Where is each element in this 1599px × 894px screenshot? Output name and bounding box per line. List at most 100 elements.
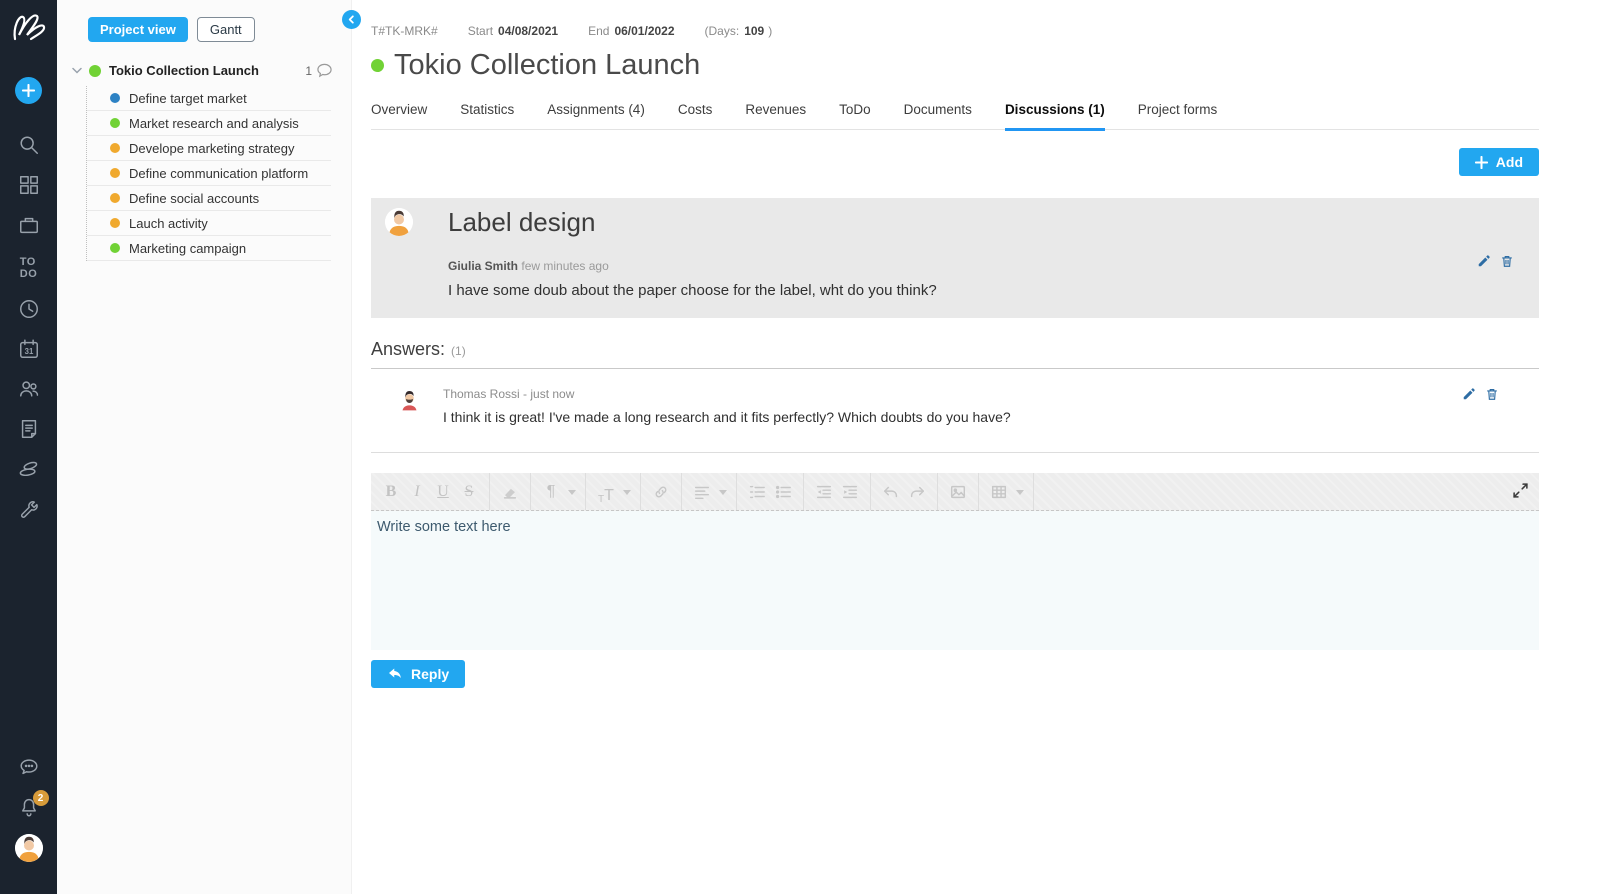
days-label: (Days: xyxy=(705,24,740,38)
chevron-down-icon[interactable] xyxy=(568,490,576,499)
tab-revenues[interactable]: Revenues xyxy=(745,102,806,131)
reply-row: Reply xyxy=(371,660,1539,688)
tree-root-label[interactable]: Tokio Collection Launch xyxy=(109,63,259,78)
tree-item-label[interactable]: Define social accounts xyxy=(129,191,259,206)
italic-button[interactable]: I xyxy=(404,479,430,505)
table-icon xyxy=(990,483,1008,501)
clear-format-button[interactable] xyxy=(497,479,523,505)
timesheet-button[interactable] xyxy=(18,298,40,320)
tree-item-label[interactable]: Define target market xyxy=(129,91,247,106)
forms-button[interactable] xyxy=(18,418,40,440)
search-button[interactable] xyxy=(18,134,40,156)
insert-table-button[interactable] xyxy=(986,479,1012,505)
tab-costs[interactable]: Costs xyxy=(678,102,713,131)
edit-answer-button[interactable] xyxy=(1462,387,1476,401)
coins-icon xyxy=(18,458,40,480)
ordered-list-icon xyxy=(748,483,766,501)
redo-button[interactable] xyxy=(904,479,930,505)
tree-item[interactable]: Market research and analysis xyxy=(87,111,331,136)
tab-assignments[interactable]: Assignments (4) xyxy=(547,102,645,131)
insert-image-button[interactable] xyxy=(945,479,971,505)
underline-button[interactable]: U xyxy=(430,479,456,505)
eraser-icon xyxy=(501,483,519,501)
strikethrough-button[interactable]: S xyxy=(456,479,482,505)
create-button[interactable] xyxy=(15,77,42,104)
projects-button[interactable] xyxy=(18,214,40,236)
end-date: 06/01/2022 xyxy=(614,24,674,38)
chevron-down-icon[interactable] xyxy=(623,490,631,499)
tab-overview[interactable]: Overview xyxy=(371,102,427,131)
link-group xyxy=(641,473,682,510)
answers-label: Answers: xyxy=(371,339,445,360)
chat-button[interactable] xyxy=(18,756,40,778)
tree-item-label[interactable]: Lauch activity xyxy=(129,216,208,231)
project-meta: T#TK-MRK# Start04/08/2021 End06/01/2022 … xyxy=(371,24,1539,38)
font-size-button[interactable]: TT xyxy=(593,479,619,505)
tree-item[interactable]: Marketing campaign xyxy=(87,236,331,261)
expand-editor-button[interactable] xyxy=(1512,482,1529,499)
notifications-button[interactable]: 2 xyxy=(18,796,40,818)
tab-project-forms[interactable]: Project forms xyxy=(1138,102,1218,131)
todo-button[interactable]: TO DO xyxy=(20,256,38,280)
title-row: Tokio Collection Launch xyxy=(371,49,1539,82)
indent-button[interactable] xyxy=(837,479,863,505)
outdent-button[interactable] xyxy=(811,479,837,505)
chevron-down-icon[interactable] xyxy=(719,490,727,499)
reply-text-input[interactable]: Write some text here xyxy=(371,511,1539,650)
reply-button[interactable]: Reply xyxy=(371,660,465,688)
tab-todo[interactable]: ToDo xyxy=(839,102,871,131)
tree-root-item[interactable]: Tokio Collection Launch 1 xyxy=(57,63,351,78)
tab-bar: Overview Statistics Assignments (4) Cost… xyxy=(371,102,1539,130)
tree-item[interactable]: Define social accounts xyxy=(87,186,331,211)
resources-button[interactable] xyxy=(18,378,40,400)
tab-statistics[interactable]: Statistics xyxy=(460,102,514,131)
delete-topic-button[interactable] xyxy=(1500,254,1514,268)
tree-item-label[interactable]: Market research and analysis xyxy=(129,116,299,131)
divider xyxy=(371,452,1539,453)
project-view-button[interactable]: Project view xyxy=(88,17,188,42)
tree-item[interactable]: Define communication platform xyxy=(87,161,331,186)
table-group xyxy=(979,473,1034,510)
edit-topic-button[interactable] xyxy=(1477,254,1491,268)
tab-documents[interactable]: Documents xyxy=(904,102,972,131)
plus-icon xyxy=(22,84,35,97)
admin-button[interactable] xyxy=(18,498,40,520)
add-button-label: Add xyxy=(1496,154,1523,170)
delete-answer-button[interactable] xyxy=(1485,387,1499,401)
add-discussion-button[interactable]: Add xyxy=(1459,148,1539,176)
history-group xyxy=(871,473,938,510)
bold-button[interactable]: B xyxy=(378,479,404,505)
ordered-list-button[interactable] xyxy=(744,479,770,505)
status-dot xyxy=(110,93,120,103)
dashboard-button[interactable] xyxy=(18,174,40,196)
costs-button[interactable] xyxy=(18,458,40,480)
chevron-down-icon[interactable] xyxy=(72,67,82,74)
app-logo[interactable] xyxy=(9,8,49,51)
days-close: ) xyxy=(768,24,772,38)
briefcase-icon xyxy=(18,214,40,236)
tree-item-label[interactable]: Develope marketing strategy xyxy=(129,141,294,156)
user-avatar[interactable] xyxy=(15,834,43,862)
discussion-count: 1 xyxy=(305,64,312,78)
align-button[interactable] xyxy=(689,479,715,505)
agenda-button[interactable]: 31 xyxy=(18,338,40,360)
chevron-down-icon[interactable] xyxy=(1016,490,1024,499)
tab-discussions[interactable]: Discussions (1) xyxy=(1005,102,1105,131)
todo-label-line1: TO xyxy=(20,256,38,268)
answer-actions xyxy=(1462,387,1499,401)
gantt-button[interactable]: Gantt xyxy=(197,17,255,42)
unordered-list-button[interactable] xyxy=(770,479,796,505)
tree-item[interactable]: Define target market xyxy=(87,86,331,111)
collapse-sidebar-button[interactable] xyxy=(342,10,361,29)
reply-editor: B I U S ¶ TT xyxy=(371,473,1539,650)
align-left-icon xyxy=(693,483,711,501)
insert-link-button[interactable] xyxy=(648,479,674,505)
tree-item[interactable]: Develope marketing strategy xyxy=(87,136,331,161)
topic-title: Label design xyxy=(448,207,937,238)
tree-item-label[interactable]: Marketing campaign xyxy=(129,241,246,256)
paragraph-style-button[interactable]: ¶ xyxy=(538,479,564,505)
tree-item[interactable]: Lauch activity xyxy=(87,211,331,236)
undo-button[interactable] xyxy=(878,479,904,505)
tree-item-label[interactable]: Define communication platform xyxy=(129,166,308,181)
project-code: T#TK-MRK# xyxy=(371,24,438,38)
